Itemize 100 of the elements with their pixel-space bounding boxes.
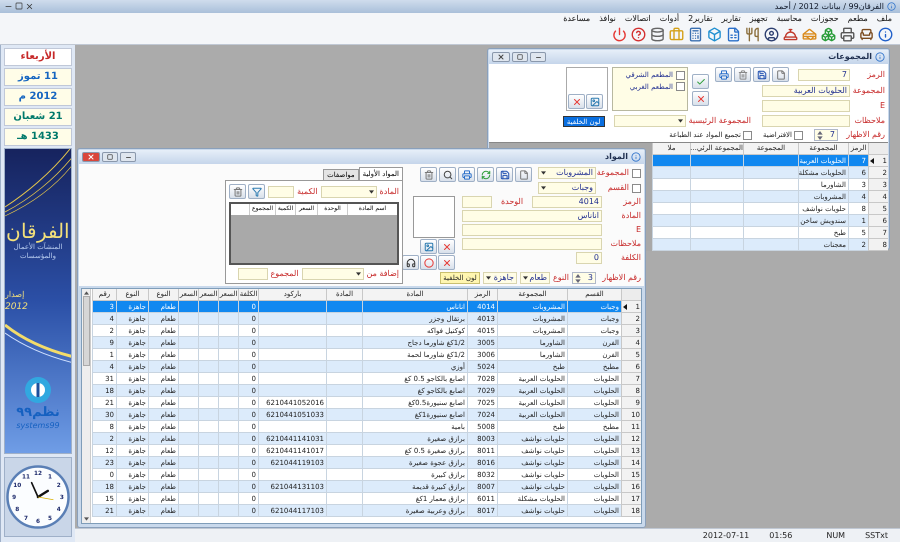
database-icon xyxy=(650,27,665,42)
window-icon xyxy=(875,52,885,62)
calculator-button[interactable] xyxy=(687,26,704,43)
caret-icon xyxy=(523,276,528,280)
menu-item[interactable]: اتصالات xyxy=(624,13,651,25)
menu-item[interactable]: حجوزات xyxy=(810,13,839,25)
filter-button[interactable] xyxy=(248,184,265,199)
new-button[interactable] xyxy=(772,67,789,82)
remove-button[interactable] xyxy=(438,239,455,254)
checkbox[interactable] xyxy=(632,184,641,192)
input-field[interactable]: الحلويات العربية xyxy=(762,85,850,97)
menu-item[interactable]: مطعم xyxy=(848,13,868,25)
minimize-button[interactable] xyxy=(530,52,546,62)
briefcase-button[interactable] xyxy=(668,26,685,43)
input-field[interactable]: 4014 xyxy=(532,196,602,208)
remove-button[interactable] xyxy=(568,94,585,109)
input-field[interactable] xyxy=(238,268,268,280)
chair-button[interactable] xyxy=(858,26,875,43)
help-button[interactable] xyxy=(630,26,647,43)
spin-box[interactable]: 3 xyxy=(572,272,596,284)
input-field[interactable]: 7 xyxy=(798,68,850,80)
maximize-icon[interactable] xyxy=(15,2,23,10)
user-button[interactable] xyxy=(763,26,780,43)
window-title: المجموعات xyxy=(828,51,872,63)
input-field[interactable] xyxy=(462,238,602,250)
input-field[interactable] xyxy=(268,186,294,198)
delete-button[interactable] xyxy=(734,67,751,82)
dropdown[interactable]: المشروبات xyxy=(538,167,596,179)
delete-icon xyxy=(424,170,434,180)
refresh-icon xyxy=(480,170,490,180)
app-icon xyxy=(887,2,896,11)
caret-icon xyxy=(356,272,361,276)
menu-item[interactable]: تقارير2 xyxy=(688,13,712,25)
maximize-button[interactable] xyxy=(512,52,528,62)
search-button[interactable] xyxy=(439,167,456,182)
cancel-button[interactable] xyxy=(692,91,709,106)
print-button[interactable] xyxy=(715,67,732,82)
refresh-button[interactable] xyxy=(477,167,494,182)
boxes-button[interactable] xyxy=(820,26,837,43)
input-field[interactable] xyxy=(762,115,850,127)
menu-item[interactable]: مساعدة xyxy=(563,13,590,25)
input-field[interactable]: اناناس xyxy=(462,210,602,222)
menu-item[interactable]: أدوات xyxy=(660,13,680,25)
dropdown[interactable]: جاهزة xyxy=(483,272,518,284)
print-button[interactable] xyxy=(458,167,475,182)
checkbox[interactable] xyxy=(676,70,685,80)
field-label: المادة xyxy=(622,211,641,221)
input-field[interactable]: 0 xyxy=(576,252,602,264)
field-label: المادة xyxy=(380,186,399,196)
image-icon xyxy=(424,242,434,252)
field-label: ملاحظات xyxy=(854,116,885,126)
sandwich-button[interactable] xyxy=(801,26,818,43)
maximize-button[interactable] xyxy=(102,152,118,162)
delete-button[interactable] xyxy=(229,184,246,199)
menu-item[interactable]: تجهيز xyxy=(750,13,768,25)
close-button[interactable] xyxy=(492,52,510,62)
scrollbar[interactable] xyxy=(82,289,91,523)
printer-button[interactable] xyxy=(839,26,856,43)
confirm-button[interactable] xyxy=(692,74,709,89)
checkbox[interactable] xyxy=(632,168,641,178)
scroll-down-icon[interactable] xyxy=(84,517,88,521)
menu-item[interactable]: تقارير xyxy=(721,13,741,25)
menu-item[interactable]: نوافذ xyxy=(599,13,616,25)
spin-box[interactable]: 7 xyxy=(814,129,838,141)
new-button[interactable] xyxy=(515,167,532,182)
bell-button[interactable] xyxy=(782,26,799,43)
cancel-icon xyxy=(696,94,706,104)
save-button[interactable] xyxy=(753,67,770,82)
field-label: المجموعة xyxy=(596,168,629,178)
input-field[interactable] xyxy=(462,224,602,236)
new-icon xyxy=(518,170,528,180)
menu-item[interactable]: ملف xyxy=(876,13,892,25)
utensils-button[interactable] xyxy=(744,26,761,43)
checkbox[interactable] xyxy=(742,130,752,140)
spreadsheet-button[interactable] xyxy=(725,26,742,43)
image-button[interactable] xyxy=(420,239,437,254)
minimize-button[interactable] xyxy=(120,152,136,162)
caret-icon xyxy=(486,276,492,280)
remove-button[interactable] xyxy=(438,255,455,270)
checkbox[interactable] xyxy=(794,130,803,140)
dropdown[interactable]: وجبات xyxy=(538,182,596,194)
menu-item[interactable]: محاسبة xyxy=(776,13,802,25)
info-button[interactable] xyxy=(877,26,894,43)
logo-icon xyxy=(23,374,53,404)
checkbox[interactable] xyxy=(676,82,685,92)
power-button[interactable] xyxy=(611,26,628,43)
database-button[interactable] xyxy=(649,26,666,43)
help-icon xyxy=(631,27,646,42)
cube-button[interactable] xyxy=(706,26,723,43)
headphones-button[interactable] xyxy=(402,255,419,270)
close-icon[interactable] xyxy=(25,2,34,11)
input-field[interactable] xyxy=(462,196,492,208)
record-button[interactable] xyxy=(420,255,437,270)
image-button[interactable] xyxy=(586,94,603,109)
dropdown[interactable]: طعام xyxy=(520,272,550,284)
save-button[interactable] xyxy=(496,167,513,182)
delete-button[interactable] xyxy=(420,167,437,182)
headphones-icon xyxy=(406,258,416,268)
input-field[interactable] xyxy=(762,100,850,112)
close-button[interactable] xyxy=(82,152,100,162)
